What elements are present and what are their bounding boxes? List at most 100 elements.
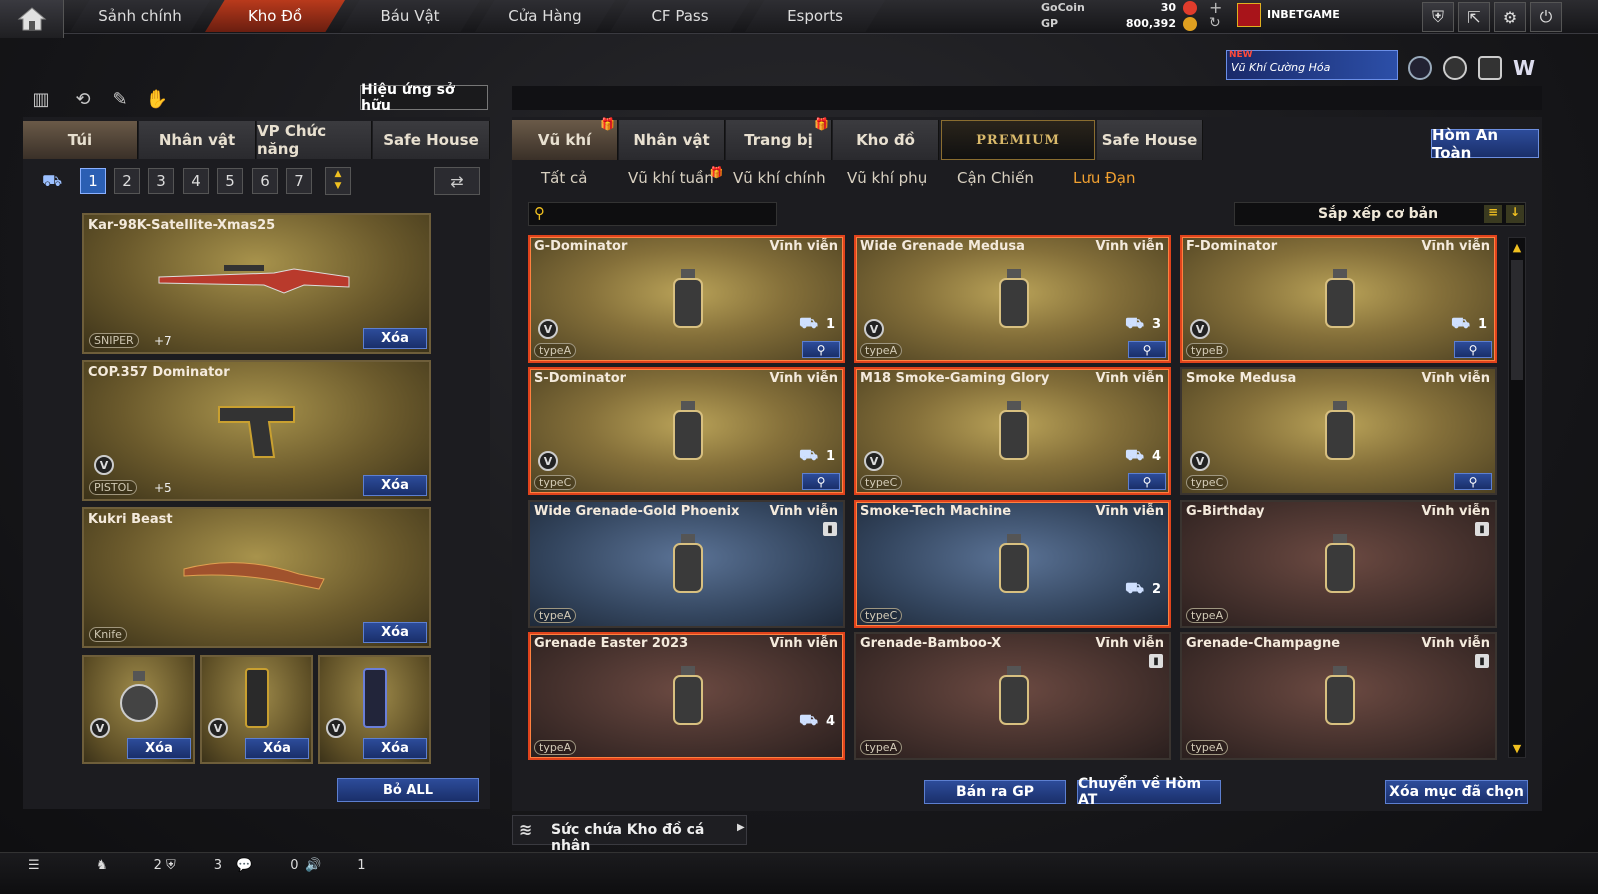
nav-tab-cf-pass[interactable]: CF Pass: [610, 0, 750, 32]
tab-bag[interactable]: Túi: [23, 121, 138, 159]
clan-status[interactable]: ⛨ 3: [166, 858, 222, 873]
friends-status[interactable]: ♞ 2: [96, 858, 162, 873]
globe-icon[interactable]: [1443, 56, 1467, 80]
page-up-down-arrows[interactable]: ▲ ▼: [325, 167, 351, 195]
bag-page-5[interactable]: 5: [217, 168, 243, 194]
glove-icon[interactable]: ✋: [144, 86, 170, 112]
item-card[interactable]: Smoke Medusa Vĩnh viễn VtypeC ⚲: [1180, 367, 1497, 495]
subtab-melee[interactable]: Cận Chiến: [957, 167, 1034, 189]
menu-icon[interactable]: ☰: [28, 858, 40, 873]
remove-all-button[interactable]: Bỏ ALL: [337, 778, 479, 802]
item-card[interactable]: Grenade-Champagne Vĩnh viễn typeA ▮: [1180, 632, 1497, 760]
subtab-weekly-weapons[interactable]: Vũ khí tuần 🎁: [628, 166, 723, 189]
tab-premium[interactable]: PREMIUM: [941, 120, 1095, 160]
item-card[interactable]: Grenade Easter 2023 Vĩnh viễn typeA ⛟ 4: [528, 632, 845, 760]
remove-grenade-1-button[interactable]: Xóa: [127, 738, 191, 759]
sort-dropdown[interactable]: Sắp xếp cơ bản ≡ ↓: [1234, 202, 1526, 226]
ranking-icon[interactable]: ▥: [28, 86, 54, 112]
sell-for-gp-button[interactable]: Bán ra GP: [924, 780, 1066, 804]
item-card[interactable]: G-Birthday Vĩnh viễn typeA ▮: [1180, 500, 1497, 628]
promo-banner[interactable]: NEW Vũ Khí Cường Hóa: [1226, 50, 1398, 80]
item-card[interactable]: G-Dominator Vĩnh viễn VtypeA ⛟ 1 ⚲: [528, 235, 845, 363]
item-card[interactable]: S-Dominator Vĩnh viễn VtypeC ⛟ 1 ⚲: [528, 367, 845, 495]
inspect-button[interactable]: ⚲: [802, 341, 840, 358]
item-card[interactable]: Wide Grenade-Gold Phoenix Vĩnh viễn typeA…: [528, 500, 845, 628]
trash-icon[interactable]: ▮: [1475, 654, 1489, 668]
list-icon[interactable]: ≡: [1484, 205, 1502, 223]
tab-storage[interactable]: Kho đồ: [833, 120, 939, 160]
grenade-slot-2[interactable]: V Xóa: [200, 655, 313, 764]
equipped-secondary[interactable]: COP.357 Dominator V PISTOL +5 Xóa: [82, 360, 431, 501]
bag-page-6[interactable]: 6: [252, 168, 278, 194]
subtab-all[interactable]: Tất cả: [541, 167, 587, 189]
shield-icon[interactable]: ⛨: [1422, 2, 1454, 32]
item-grid-scrollbar[interactable]: ▲ ▼: [1508, 237, 1526, 758]
nav-tab-shop[interactable]: Cửa Hàng: [475, 0, 615, 32]
bag-swap-icon[interactable]: ⇄: [434, 167, 480, 195]
delete-selected-button[interactable]: Xóa mục đã chọn: [1385, 780, 1528, 804]
sort-direction-icon[interactable]: ↓: [1506, 205, 1524, 223]
inspect-button[interactable]: ⚲: [1454, 473, 1492, 490]
inspect-button[interactable]: ⚲: [1128, 341, 1166, 358]
tab-character[interactable]: Nhân vật: [139, 121, 256, 159]
equipped-primary[interactable]: Kar-98K-Satellite-Xmas25 SNIPER +7 Xóa: [82, 213, 431, 354]
nav-tab-treasure[interactable]: Báu Vật: [340, 0, 480, 32]
item-card[interactable]: Wide Grenade Medusa Vĩnh viễn VtypeA ⛟ 3 …: [854, 235, 1171, 363]
grenade-slot-1[interactable]: V Xóa: [82, 655, 195, 764]
crossed-weapons-icon[interactable]: [1478, 56, 1502, 80]
bag-page-7[interactable]: 7: [286, 168, 312, 194]
search-input[interactable]: [555, 205, 773, 223]
subtab-secondary[interactable]: Vũ khí phụ: [847, 167, 927, 189]
tab-weapons[interactable]: Vũ khí 🎁: [512, 117, 618, 160]
nav-tab-esports[interactable]: Esports: [745, 0, 885, 32]
nav-tab-lobby[interactable]: Sảnh chính: [70, 0, 210, 32]
inspect-button[interactable]: ⚲: [802, 473, 840, 490]
bag-page-3[interactable]: 3: [148, 168, 174, 194]
subtab-primary[interactable]: Vũ khí chính: [733, 167, 826, 189]
exit-room-icon[interactable]: ⇱: [1458, 2, 1490, 32]
scroll-thumb[interactable]: [1511, 260, 1523, 380]
event-badge-icon[interactable]: [1408, 56, 1432, 80]
remove-melee-button[interactable]: Xóa: [363, 622, 427, 643]
w-logo-icon[interactable]: W: [1513, 56, 1537, 80]
inspect-button[interactable]: ⚲: [1128, 473, 1166, 490]
item-card[interactable]: M18 Smoke-Gaming Glory Vĩnh viễn VtypeC ⛟…: [854, 367, 1171, 495]
tab-equipment[interactable]: Trang bị 🎁: [726, 117, 832, 160]
subtab-grenades[interactable]: Lưu Đạn: [1073, 167, 1135, 189]
owned-effects-button[interactable]: Hiệu ứng sở hữu: [360, 82, 488, 114]
item-card[interactable]: Smoke-Tech Machine Vĩnh viễn typeC ⛟ 2: [854, 500, 1171, 628]
power-icon[interactable]: ⏻: [1530, 2, 1562, 32]
refresh-icon[interactable]: ↻: [1209, 15, 1221, 31]
voice-status[interactable]: 🔊 1: [305, 858, 365, 873]
tab-characters[interactable]: Nhân vật: [619, 120, 725, 160]
bag-page-4[interactable]: 4: [183, 168, 209, 194]
equipped-melee[interactable]: Kukri Beast Knife Xóa: [82, 507, 431, 648]
transfer-to-safe-box-button[interactable]: Chuyển về Hòm AT: [1077, 776, 1221, 808]
remove-secondary-button[interactable]: Xóa: [363, 475, 427, 496]
gear-icon[interactable]: ⚙: [1494, 2, 1526, 32]
safe-box-button[interactable]: Hòm An Toàn: [1431, 126, 1539, 162]
item-card[interactable]: F-Dominator Vĩnh viễn VtypeB ⛟ 1 ⚲: [1180, 235, 1497, 363]
avatar[interactable]: [1237, 3, 1261, 27]
trash-icon[interactable]: ▮: [823, 522, 837, 536]
bag-page-1[interactable]: 1: [80, 168, 106, 194]
tab-safe-house-right[interactable]: Safe House: [1097, 120, 1203, 160]
trash-icon[interactable]: ▮: [1149, 654, 1163, 668]
scroll-up-icon[interactable]: ▲: [1510, 240, 1524, 254]
nav-tab-inventory[interactable]: Kho Đồ: [205, 0, 345, 32]
item-card[interactable]: Grenade-Bamboo-X Vĩnh viễn typeA ▮: [854, 632, 1171, 760]
remove-grenade-2-button[interactable]: Xóa: [245, 738, 309, 759]
scroll-down-icon[interactable]: ▼: [1510, 741, 1524, 755]
personal-storage-capacity[interactable]: ≋ Sức chứa Kho đồ cá nhân ▶: [512, 815, 747, 854]
tab-safe-house[interactable]: Safe House: [373, 121, 490, 159]
home-button[interactable]: [0, 0, 64, 38]
bag-page-2[interactable]: 2: [114, 168, 140, 194]
search-field[interactable]: ⚲: [528, 202, 777, 226]
remove-grenade-3-button[interactable]: Xóa: [363, 738, 427, 759]
grenade-slot-3[interactable]: V Xóa: [318, 655, 431, 764]
reset-icon[interactable]: ⟲: [70, 86, 96, 112]
trash-icon[interactable]: ▮: [1475, 522, 1489, 536]
chat-status[interactable]: 💬 0: [236, 858, 298, 873]
remove-primary-button[interactable]: Xóa: [363, 328, 427, 349]
inspect-button[interactable]: ⚲: [1454, 341, 1492, 358]
